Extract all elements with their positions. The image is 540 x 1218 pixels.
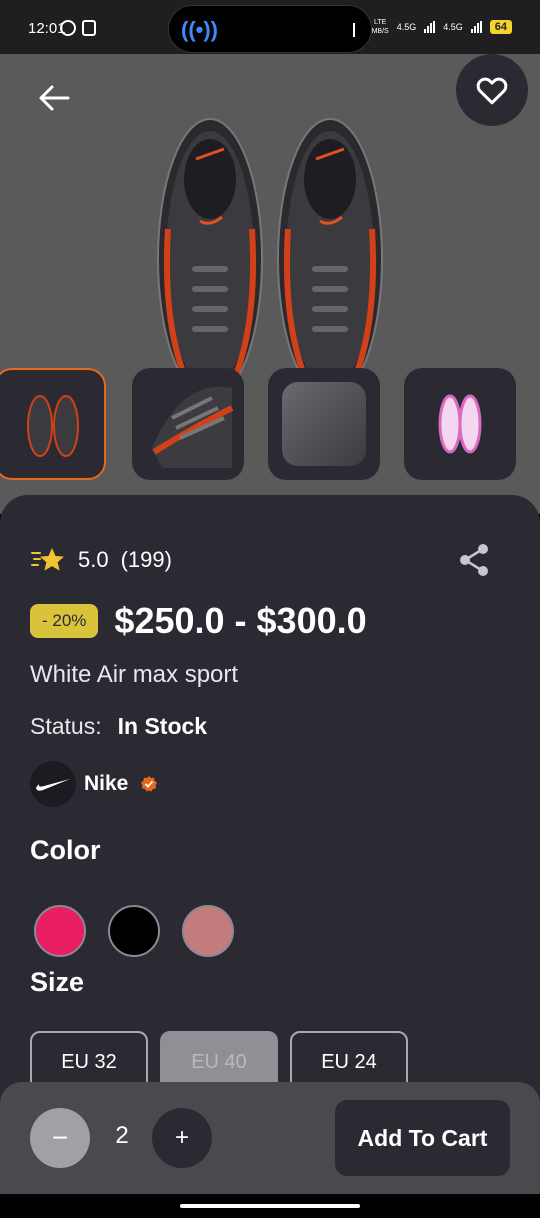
plus-icon: + [174, 1124, 189, 1151]
app-notification-icon [82, 20, 96, 36]
product-main-image [157, 118, 383, 400]
signal-2-label: 4.5G [443, 22, 463, 32]
status-right-icons: LTE MB/S 4.5G 4.5G 64 [372, 18, 512, 36]
heart-icon [476, 77, 508, 105]
add-to-cart-button[interactable]: Add To Cart [335, 1100, 510, 1176]
broadcast-icon: ((•)) [181, 17, 219, 42]
verified-badge-icon [141, 776, 158, 792]
battery-indicator: 64 [489, 20, 512, 34]
thumbnail-3[interactable] [268, 368, 380, 480]
thumbnail-1[interactable] [0, 368, 106, 480]
home-indicator[interactable] [180, 1204, 360, 1208]
favorite-button[interactable] [456, 54, 528, 126]
system-nav-bar [0, 1194, 540, 1218]
price-row: - 20% $250.0 - $300.0 [30, 600, 367, 642]
increase-quantity-button[interactable]: + [152, 1108, 212, 1168]
color-swatch-rose[interactable] [182, 905, 234, 957]
share-button[interactable] [458, 543, 490, 577]
status-bar: 12:01 ((•)) LTE MB/S 4.5G 4.5G 64 [0, 0, 540, 54]
size-label: EU 40 [191, 1050, 247, 1073]
review-count: (199) [120, 547, 172, 572]
cart-bar: − 2 + Add To Cart [0, 1082, 540, 1194]
status-value: In Stock [117, 713, 208, 739]
signal-strength-icon-2 [470, 21, 482, 33]
quantity-value: 2 [115, 1122, 129, 1149]
brand-name: Nike [84, 772, 129, 795]
thumbnail-2-image [152, 386, 234, 468]
star-icon [31, 548, 64, 571]
color-swatch-pink[interactable] [34, 905, 86, 957]
share-icon [460, 544, 488, 576]
check-circle-icon [60, 20, 76, 36]
arrow-left-icon [39, 85, 70, 111]
rating-row: 5.0 (199) [30, 545, 172, 575]
signal-strength-icon [424, 21, 436, 33]
thumbnail-1-image [27, 395, 79, 457]
color-section-title: Color [30, 835, 101, 865]
status-label: Status: [30, 713, 102, 739]
signal-1-label: 4.5G [396, 22, 417, 32]
thumbnail-2[interactable] [132, 368, 244, 480]
size-section-title: Size [30, 967, 85, 997]
nike-logo-icon [30, 761, 76, 807]
size-label: EU 24 [321, 1050, 377, 1073]
stock-status: Status: In Stock [30, 713, 207, 740]
size-label: EU 32 [61, 1050, 117, 1073]
color-options [34, 905, 234, 957]
dynamic-island: ((•)) [168, 5, 372, 53]
thumbnail-4[interactable] [404, 368, 516, 480]
island-indicator [353, 23, 355, 37]
thumbnail-3-image [282, 382, 366, 466]
rating-value: 5.0 [78, 547, 109, 572]
thumbnail-4-image [438, 394, 482, 454]
brand-row[interactable]: Nike [30, 761, 158, 807]
minus-icon: − [51, 1122, 69, 1153]
network-speed: LTE MB/S [371, 19, 389, 35]
back-button[interactable] [30, 78, 78, 118]
thumbnail-strip [0, 368, 540, 480]
product-hero [0, 54, 540, 514]
status-notification-icons [60, 20, 96, 36]
product-title: White Air max sport [30, 661, 239, 688]
color-swatch-black[interactable] [108, 905, 160, 957]
discount-badge: - 20% [30, 604, 99, 638]
decrease-quantity-button[interactable]: − [30, 1108, 90, 1168]
price-range: $250.0 - $300.0 [114, 600, 367, 641]
